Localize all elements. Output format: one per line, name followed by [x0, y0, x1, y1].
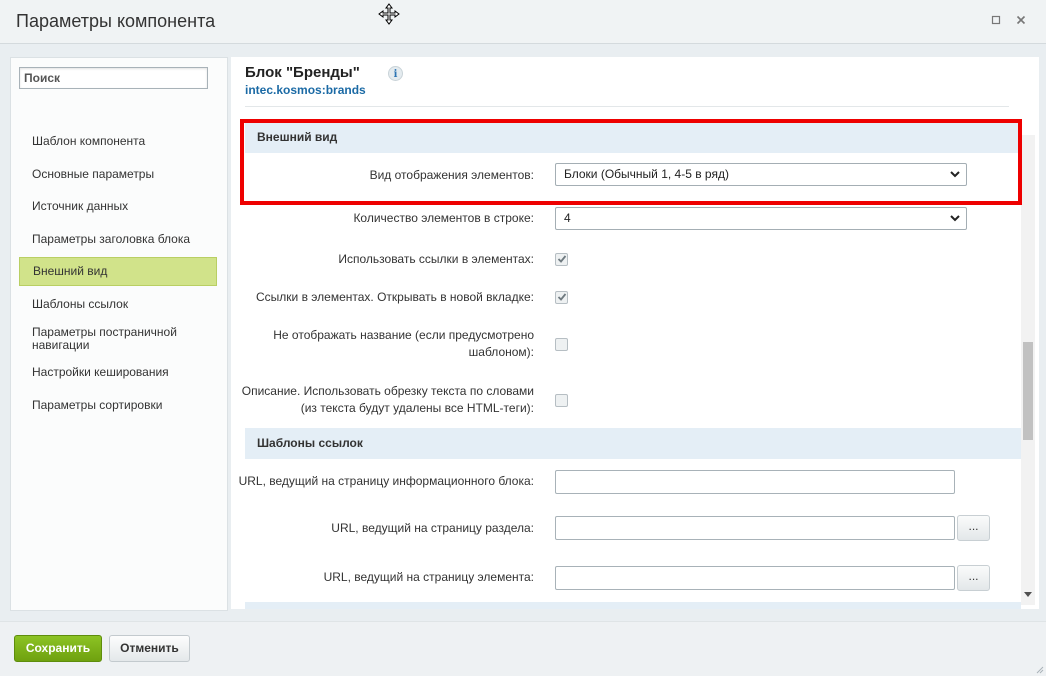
chevron-down-icon	[950, 215, 960, 222]
block-title: Блок "Бренды"	[245, 64, 360, 81]
sidebar-item-sorting[interactable]: Параметры сортировки	[19, 399, 217, 412]
scroll-down-arrow-icon[interactable]	[1023, 591, 1033, 601]
hide-name-checkbox[interactable]	[555, 338, 568, 351]
chevron-down-icon	[950, 171, 960, 178]
links-new-tab-checkbox[interactable]	[555, 291, 568, 304]
save-button[interactable]: Сохранить	[14, 635, 102, 662]
section-header-appearance: Внешний вид	[245, 122, 1021, 153]
checkmark-icon	[557, 293, 567, 301]
section-header-link-templates: Шаблоны ссылок	[245, 428, 1021, 459]
sidebar-item-main-params[interactable]: Основные параметры	[19, 168, 217, 181]
move-cursor-icon	[378, 3, 400, 25]
window-title: Параметры компонента	[16, 11, 216, 31]
scrollbar-thumb[interactable]	[1023, 342, 1033, 440]
field-label-iblock-url: URL, ведущий на страницу информационного…	[238, 474, 534, 488]
sidebar-item-header-params[interactable]: Параметры заголовка блока	[19, 233, 217, 246]
sidebar-item-pagination[interactable]: Параметры постраничной навигации	[19, 326, 217, 352]
sidebar: Шаблон компонента Основные параметры Ист…	[10, 57, 228, 611]
divider	[245, 106, 1009, 107]
sidebar-item-link-templates[interactable]: Шаблоны ссылок	[19, 298, 217, 311]
sidebar-item-caching[interactable]: Настройки кеширования	[19, 366, 217, 379]
sidebar-item-data-source[interactable]: Источник данных	[19, 200, 217, 213]
iblock-url-input[interactable]	[555, 470, 955, 494]
items-per-row-select[interactable]: 4	[555, 207, 967, 230]
sidebar-item-appearance[interactable]: Внешний вид	[19, 257, 217, 286]
field-label-section-url: URL, ведущий на страницу раздела:	[331, 521, 534, 535]
close-icon[interactable]	[1014, 14, 1028, 28]
info-icon[interactable]: i	[388, 66, 403, 81]
checkmark-icon	[557, 255, 567, 263]
description-trim-checkbox[interactable]	[555, 394, 568, 407]
field-label-use-links: Использовать ссылки в элементах:	[338, 252, 534, 266]
block-code: intec.kosmos:brands	[245, 83, 366, 97]
next-section-header	[245, 602, 1021, 609]
display-mode-value: Блоки (Обычный 1, 4-5 в ряд)	[564, 167, 729, 181]
cancel-button[interactable]: Отменить	[109, 635, 190, 662]
field-label-hide-name: Не отображать название (если предусмотре…	[273, 328, 534, 359]
use-links-checkbox[interactable]	[555, 253, 568, 266]
section-url-input[interactable]	[555, 516, 955, 540]
display-mode-select[interactable]: Блоки (Обычный 1, 4-5 в ряд)	[555, 163, 967, 186]
sidebar-item-template[interactable]: Шаблон компонента	[19, 135, 217, 148]
items-per-row-value: 4	[564, 211, 571, 225]
field-label-items-per-row: Количество элементов в строке:	[353, 211, 534, 225]
element-url-browse-button[interactable]: ...	[957, 565, 990, 591]
search-input[interactable]	[19, 67, 208, 89]
field-label-element-url: URL, ведущий на страницу элемента:	[323, 570, 534, 584]
field-label-description-trim: Описание. Использовать обрезку текста по…	[241, 384, 534, 415]
field-label-links-new-tab: Ссылки в элементах. Открывать в новой вк…	[256, 290, 534, 304]
maximize-icon[interactable]	[989, 14, 1003, 28]
dialog-footer: Сохранить Отменить	[0, 621, 1046, 676]
field-label-display-mode: Вид отображения элементов:	[369, 168, 534, 182]
section-url-browse-button[interactable]: ...	[957, 515, 990, 541]
main-panel: Блок "Бренды" i intec.kosmos:brands Внеш…	[231, 57, 1039, 609]
window-titlebar[interactable]: Параметры компонента	[0, 0, 1046, 44]
resize-grip-icon[interactable]	[1034, 664, 1044, 674]
element-url-input[interactable]	[555, 566, 955, 590]
